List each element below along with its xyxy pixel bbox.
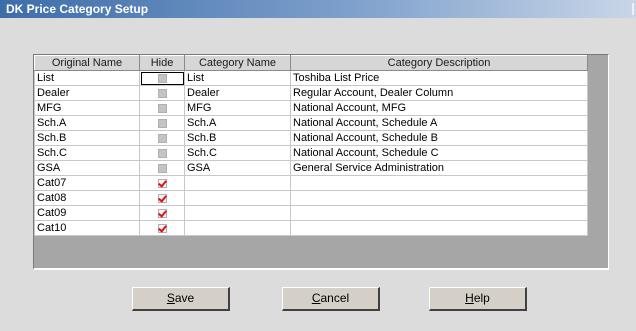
help-button[interactable]: Help <box>429 287 527 311</box>
help-button-accel: H <box>465 291 474 305</box>
table-row[interactable]: Cat09 <box>34 205 588 221</box>
column-header-original-name[interactable]: Original Name <box>34 55 140 71</box>
category-description-cell[interactable]: National Account, Schedule A <box>290 115 588 131</box>
category-grid[interactable]: Original Name Hide Category Name Categor… <box>33 54 609 270</box>
table-row[interactable]: Sch.B Sch.B National Account, Schedule B <box>34 130 588 146</box>
category-description-cell[interactable]: Regular Account, Dealer Column <box>290 85 588 101</box>
red-checkmark-icon[interactable] <box>157 208 167 218</box>
grey-checkbox-icon[interactable] <box>157 118 167 128</box>
original-name-cell: Sch.C <box>34 145 140 161</box>
category-name-cell[interactable]: Dealer <box>184 85 291 101</box>
hide-cell[interactable] <box>139 220 185 236</box>
original-name-cell: Cat10 <box>34 220 140 236</box>
category-name-cell[interactable]: Sch.B <box>184 130 291 146</box>
hide-cell[interactable] <box>139 190 185 206</box>
category-name-cell[interactable] <box>184 205 291 221</box>
column-header-category-description[interactable]: Category Description <box>290 55 588 71</box>
category-description-cell[interactable]: General Service Administration <box>290 160 588 176</box>
title-bar: DK Price Category Setup <box>0 0 636 18</box>
category-description-cell[interactable] <box>290 205 588 221</box>
table-row[interactable]: Dealer Dealer Regular Account, Dealer Colu… <box>34 85 588 101</box>
dialog-body: Original Name Hide Category Name Categor… <box>0 18 636 331</box>
category-name-cell[interactable]: List <box>184 70 291 86</box>
original-name-cell: Sch.B <box>34 130 140 146</box>
window-title: DK Price Category Setup <box>6 2 149 16</box>
category-name-cell[interactable]: Sch.A <box>184 115 291 131</box>
save-button-accel: S <box>166 291 175 305</box>
table-row[interactable]: Cat07 <box>34 175 588 191</box>
table-row[interactable]: Cat08 <box>34 190 588 206</box>
original-name-cell: Cat07 <box>34 175 140 191</box>
table-row[interactable]: Sch.C Sch.C National Account, Schedule C <box>34 145 588 161</box>
grey-checkbox-icon[interactable] <box>157 133 167 143</box>
column-header-hide[interactable]: Hide <box>139 55 185 71</box>
red-checkmark-icon[interactable] <box>157 178 167 188</box>
cancel-button-label: ancel <box>320 291 350 305</box>
category-description-cell[interactable]: Toshiba List Price <box>290 70 588 86</box>
red-checkmark-icon[interactable] <box>157 193 167 203</box>
category-name-cell[interactable]: Sch.C <box>184 145 291 161</box>
category-description-cell[interactable]: National Account, Schedule C <box>290 145 588 161</box>
category-description-cell[interactable] <box>290 175 588 191</box>
category-name-cell[interactable] <box>184 175 291 191</box>
grey-checkbox-icon[interactable] <box>157 163 167 173</box>
header-row: Original Name Hide Category Name Categor… <box>34 55 588 71</box>
column-header-category-name[interactable]: Category Name <box>184 55 291 71</box>
category-description-cell[interactable] <box>290 220 588 236</box>
original-name-cell: Sch.A <box>34 115 140 131</box>
hide-cell[interactable] <box>139 160 185 176</box>
table-row[interactable]: Cat10 <box>34 220 588 236</box>
save-button[interactable]: Save <box>132 287 230 311</box>
hide-cell[interactable] <box>139 205 185 221</box>
hide-cell[interactable] <box>139 70 185 86</box>
category-name-cell[interactable]: GSA <box>184 160 291 176</box>
original-name-cell: List <box>34 70 140 86</box>
title-bar-edge <box>632 3 634 15</box>
hide-cell[interactable] <box>139 85 185 101</box>
original-name-cell: Cat08 <box>34 190 140 206</box>
category-name-cell[interactable] <box>184 190 291 206</box>
hide-cell[interactable] <box>139 145 185 161</box>
original-name-cell: Cat09 <box>34 205 140 221</box>
hide-cell[interactable] <box>139 130 185 146</box>
table-row[interactable]: GSA GSA General Service Administration <box>34 160 588 176</box>
cancel-button[interactable]: Cancel <box>282 287 380 311</box>
help-button-label: elp <box>473 291 490 305</box>
table-row[interactable]: Sch.A Sch.A National Account, Schedule A <box>34 115 588 131</box>
hide-cell[interactable] <box>139 100 185 116</box>
grey-checkbox-icon[interactable] <box>157 88 167 98</box>
red-checkmark-icon[interactable] <box>157 223 167 233</box>
hide-cell[interactable] <box>139 175 185 191</box>
category-description-cell[interactable] <box>290 190 588 206</box>
category-description-cell[interactable]: National Account, Schedule B <box>290 130 588 146</box>
category-description-cell[interactable]: National Account, MFG <box>290 100 588 116</box>
original-name-cell: GSA <box>34 160 140 176</box>
grey-checkbox-icon[interactable] <box>157 103 167 113</box>
category-name-cell[interactable]: MFG <box>184 100 291 116</box>
save-button-label: ave <box>174 291 195 305</box>
hide-cell[interactable] <box>139 115 185 131</box>
table-row[interactable]: List List Toshiba List Price <box>34 70 588 86</box>
original-name-cell: MFG <box>34 100 140 116</box>
grey-checkbox-icon[interactable] <box>157 73 167 83</box>
category-name-cell[interactable] <box>184 220 291 236</box>
category-table: Original Name Hide Category Name Categor… <box>34 55 588 236</box>
table-row[interactable]: MFG MFG National Account, MFG <box>34 100 588 116</box>
grey-checkbox-icon[interactable] <box>157 148 167 158</box>
original-name-cell: Dealer <box>34 85 140 101</box>
